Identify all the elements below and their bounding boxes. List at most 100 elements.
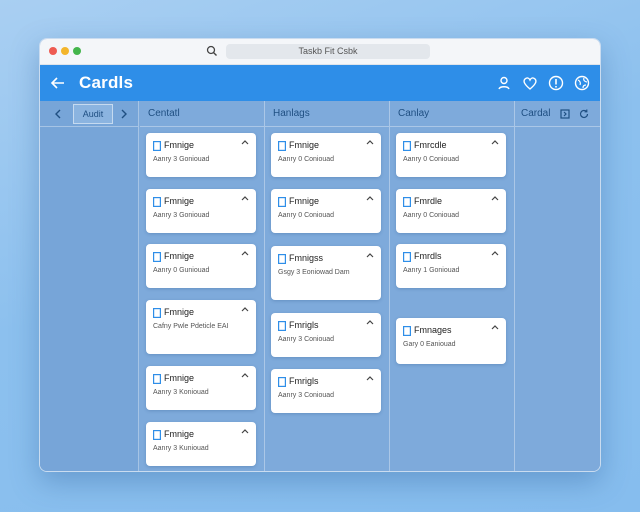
task-card[interactable]: Fmnige Aanry 3 Goniouad [146,133,256,177]
card-subtitle: Aanry 3 Coniouad [278,392,335,399]
card-subtitle: Aanry 3 Kuniouad [153,445,209,452]
heart-icon[interactable] [522,75,538,91]
info-icon[interactable] [548,75,564,91]
document-icon [153,308,161,318]
url-bar[interactable]: Taskb Fit Csbk [226,44,430,59]
chevron-right-icon[interactable] [118,108,130,120]
document-icon [278,254,286,264]
card-title: Fmrdle [414,196,443,206]
sidebar: Audit [40,101,139,471]
collapse-icon[interactable] [366,252,374,258]
document-icon [278,321,286,331]
card-subtitle: Cafny Pwle Pdeticle EAI [153,323,229,330]
card-title: Fmnigss [289,253,324,263]
user-icon[interactable] [496,75,512,91]
collapse-icon[interactable] [241,139,249,145]
task-card[interactable]: Fmnige Aanry 3 Koniouad [146,366,256,410]
card-title: Fmnige [164,140,195,150]
task-card[interactable]: Fmnige Cafny Pwle Pdeticle EAI [146,300,256,354]
browser-window: Taskb Fit Csbk Cardls Audit Centatl Hanl… [39,38,601,472]
sidebar-tab[interactable]: Audit [73,104,113,124]
expand-icon[interactable] [559,108,571,120]
collapse-icon[interactable] [366,319,374,325]
card-title: Fmnige [289,196,320,206]
column-header: Hanlags [265,101,389,127]
search-icon[interactable] [206,45,218,57]
card-title: Fmrcdle [414,140,447,150]
collapse-icon[interactable] [241,428,249,434]
task-card[interactable]: Fmnige Aanry 0 Coniouad [271,189,381,233]
task-card[interactable]: Fmrigls Aanry 3 Coniouad [271,369,381,413]
document-icon [278,197,286,207]
task-card[interactable]: Fmnages Gary 0 Eaniouad [396,318,506,364]
document-icon [403,141,411,151]
chevron-left-icon[interactable] [52,108,64,120]
close-window-button[interactable] [49,47,57,55]
card-subtitle: Aanry 3 Coniouad [278,336,335,343]
task-card[interactable]: Fmnige Aanry 3 Goniouad [146,189,256,233]
document-icon [153,374,161,384]
card-subtitle: Aanry 0 Coniouad [278,212,335,219]
minimize-window-button[interactable] [61,47,69,55]
card-title: Fmnige [164,251,195,261]
app-header: Cardls [40,65,600,101]
card-subtitle: Aanry 0 Guniouad [153,267,210,274]
task-card[interactable]: Fmnigss Gsgy 3 Eoniowad Dam [271,246,381,300]
card-title: Fmnige [289,140,320,150]
collapse-icon[interactable] [491,250,499,256]
card-subtitle: Aanry 0 Coniouad [278,156,335,163]
task-card[interactable]: Fmnige Aanry 0 Coniouad [271,133,381,177]
task-card[interactable]: Fmrigls Aanry 3 Coniouad [271,313,381,357]
collapse-icon[interactable] [491,139,499,145]
card-title: Fmrigls [289,320,319,330]
document-icon [278,377,286,387]
document-icon [403,326,411,336]
document-icon [403,252,411,262]
collapse-icon[interactable] [241,306,249,312]
task-card[interactable]: Fmrdls Aanry 1 Goniouad [396,244,506,288]
column-4: Cardal [515,101,600,471]
card-title: Fmnige [164,307,195,317]
card-title: Fmnages [414,325,452,335]
page-title: Cardls [79,73,134,92]
browser-titlebar: Taskb Fit Csbk [40,39,600,65]
collapse-icon[interactable] [241,250,249,256]
document-icon [403,197,411,207]
card-subtitle: Aanry 0 Coniouad [403,156,460,163]
card-title: Fmnige [164,373,195,383]
task-card[interactable]: Fmrdle Aanry 0 Coniouad [396,189,506,233]
task-card[interactable]: Fmnige Aanry 0 Guniouad [146,244,256,288]
card-title: Fmrigls [289,376,319,386]
maximize-window-button[interactable] [73,47,81,55]
document-icon [153,430,161,440]
card-subtitle: Aanry 3 Goniouad [153,156,210,163]
card-subtitle: Aanry 1 Goniouad [403,267,460,274]
card-title: Fmrdls [414,251,442,261]
collapse-icon[interactable] [366,375,374,381]
document-icon [153,197,161,207]
collapse-icon[interactable] [491,324,499,330]
kanban-board: Audit Centatl Hanlags Canlay Cardal Fmni… [40,101,600,471]
collapse-icon[interactable] [491,195,499,201]
card-subtitle: Aanry 3 Koniouad [153,389,209,396]
document-icon [153,252,161,262]
collapse-icon[interactable] [241,372,249,378]
column-header: Canlay [390,101,514,127]
task-card[interactable]: Fmnige Aanry 3 Kuniouad [146,422,256,466]
back-arrow-icon[interactable] [50,75,66,91]
refresh-icon[interactable] [578,108,590,120]
card-subtitle: Aanry 3 Goniouad [153,212,210,219]
card-subtitle: Gsgy 3 Eoniowad Dam [278,269,350,276]
collapse-icon[interactable] [241,195,249,201]
column-header: Centatl [140,101,264,127]
card-title: Fmnige [164,196,195,206]
globe-icon[interactable] [574,75,590,91]
sidebar-header: Audit [40,101,138,127]
task-card[interactable]: Fmrcdle Aanry 0 Coniouad [396,133,506,177]
collapse-icon[interactable] [366,195,374,201]
document-icon [278,141,286,151]
card-title: Fmnige [164,429,195,439]
card-subtitle: Aanry 0 Coniouad [403,212,460,219]
document-icon [153,141,161,151]
collapse-icon[interactable] [366,139,374,145]
